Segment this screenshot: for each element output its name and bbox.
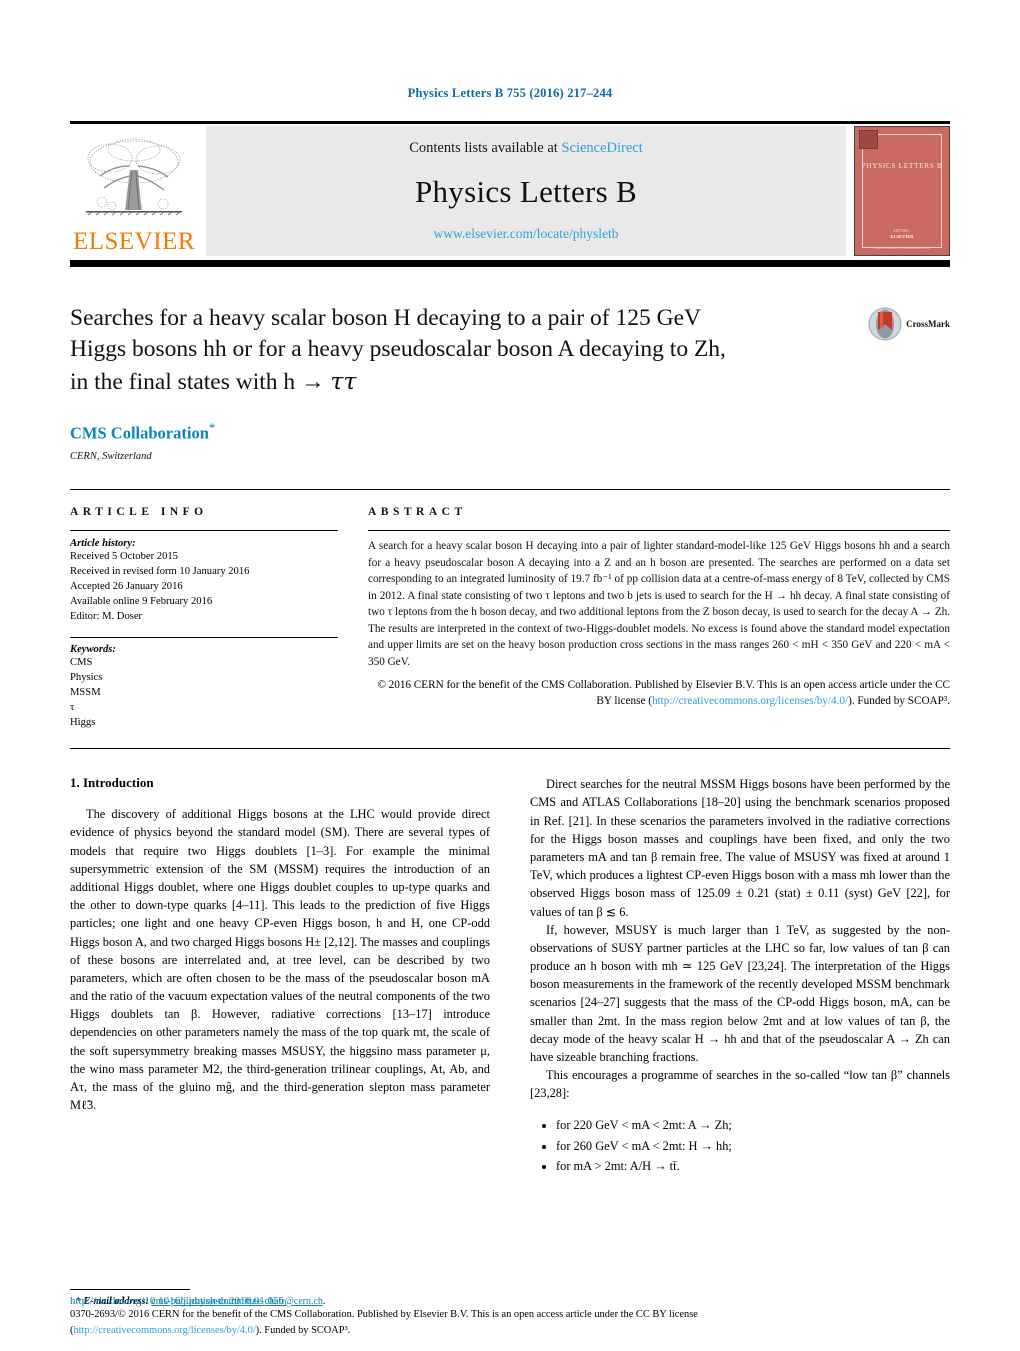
footnote-rule (70, 1289, 190, 1290)
journal-title: Physics Letters B (414, 173, 638, 209)
document-page: Physics Letters B 755 (2016) 217–244 ELS… (0, 0, 1020, 1351)
list-item: for 260 GeV < mA < 2mt: H → hh; (556, 1137, 950, 1156)
history-accepted: Accepted 26 January 2016 (70, 581, 183, 593)
article-info-rule (70, 530, 338, 531)
body-top-rule (70, 748, 950, 750)
contents-available-line: Contents lists available at ScienceDirec… (409, 140, 643, 157)
journal-masthead: ELSEVIER Contents lists available at Sci… (70, 126, 950, 256)
body-right-column: Direct searches for the neutral MSSM Hig… (530, 775, 950, 1177)
sciencedirect-link[interactable]: ScienceDirect (561, 140, 642, 156)
corresponding-author-marker: * (208, 419, 216, 435)
masthead-bottom-rule (70, 260, 950, 267)
abstract-column: ABSTRACT A search for a heavy scalar bos… (368, 506, 950, 730)
elsevier-tree-icon (86, 138, 182, 216)
author-list[interactable]: CMS Collaboration* (70, 420, 950, 444)
masthead-center-panel: Contents lists available at ScienceDirec… (206, 126, 846, 256)
column-gap (338, 506, 368, 730)
affiliation: CERN, Switzerland (70, 451, 152, 463)
intro-paragraph-3: If, however, MSUSY is much larger than 1… (530, 922, 950, 1064)
abstract-rule (368, 530, 950, 531)
abstract-heading: ABSTRACT (368, 506, 467, 518)
journal-cover-thumbnail[interactable]: PHYSICS LETTERS B EDITORS : ELSEVIER Ava… (854, 126, 950, 256)
article-info-heading: ARTICLE INFO (70, 506, 208, 518)
footer-paren-close: ). Funded by SCOAP³. (255, 1324, 351, 1336)
doi-link[interactable]: http://dx.doi.org/10.1016/j.physletb.201… (70, 1295, 950, 1307)
abstract-copyright: © 2016 CERN for the benefit of the CMS C… (368, 677, 950, 710)
channel-bullet-list: for 220 GeV < mA < 2mt: A → Zh; for 260 … (530, 1116, 950, 1176)
cover-foot-line2: ELSEVIER (890, 234, 914, 239)
masthead-top-rule (70, 121, 950, 124)
journal-url-link[interactable]: www.elsevier.com/locate/physletb (433, 226, 618, 242)
keyword-item: Higgs (70, 717, 96, 729)
elsevier-logo: ELSEVIER (70, 126, 198, 256)
cc-license-link[interactable]: http://creativecommons.org/licenses/by/4… (652, 695, 848, 707)
keywords-rule (70, 637, 338, 639)
intro-paragraph-2: Direct searches for the neutral MSSM Hig… (530, 777, 950, 919)
title-line-2: Higgs bosons hh or for a heavy pseudosca… (70, 336, 726, 363)
history-revised: Received in revised form 10 January 2016 (70, 566, 250, 578)
keywords-label: Keywords: (70, 644, 116, 656)
info-abstract-top-rule (70, 489, 950, 490)
body-columns: 1. Introduction The discovery of additio… (70, 775, 950, 1177)
title-line-1: Searches for a heavy scalar boson H deca… (70, 305, 702, 331)
crossmark-icon (868, 307, 902, 341)
title-line-3-tau: ττ (330, 366, 357, 395)
cover-badge-icon (859, 130, 878, 149)
title-line-3-prefix: in the final states with h (70, 368, 296, 395)
keywords-block: Keywords: CMS Physics MSSM τ Higgs (70, 637, 338, 730)
keyword-item: Physics (70, 672, 103, 684)
page-footer: http://dx.doi.org/10.1016/j.physletb.201… (70, 1295, 950, 1351)
intro-paragraph-4: This encourages a programme of searches … (530, 1068, 950, 1101)
info-abstract-region: ARTICLE INFO Article history: Received 5… (70, 506, 950, 730)
history-editor: Editor: M. Doser (70, 611, 143, 623)
keyword-item: CMS (70, 657, 93, 669)
contents-prefix: Contents lists available at (409, 140, 562, 156)
crossmark-label: CrossMark (906, 319, 950, 329)
copyright-suffix: ). Funded by SCOAP³. (848, 695, 950, 708)
cover-foot-line1: EDITORS : (893, 229, 911, 233)
history-online: Available online 9 February 2016 (70, 596, 213, 608)
crossmark-badge[interactable]: CrossMark (868, 307, 950, 341)
page-title: Searches for a heavy scalar boson H deca… (70, 303, 830, 398)
footer-cc-license-link[interactable]: http://creativecommons.org/licenses/by/4… (73, 1325, 255, 1336)
author-name: CMS Collaboration (70, 423, 209, 443)
elsevier-wordmark: ELSEVIER (72, 228, 196, 255)
abstract-text: A search for a heavy scalar boson H deca… (368, 540, 950, 669)
footer-copyright-line-2: (http://creativecommons.org/licenses/by/… (70, 1324, 950, 1339)
article-info-column: ARTICLE INFO Article history: Received 5… (70, 506, 338, 730)
section-title-introduction: 1. Introduction (70, 775, 154, 791)
cover-journal-title: PHYSICS LETTERS B (861, 161, 943, 170)
title-block: Searches for a heavy scalar boson H deca… (70, 303, 950, 463)
footer-copyright-line-1: 0370-2693/© 2016 CERN for the benefit of… (70, 1309, 698, 1320)
body-column-gap (490, 775, 530, 1177)
keyword-item: MSSM (70, 687, 101, 699)
list-item: for 220 GeV < mA < 2mt: A → Zh; (556, 1116, 950, 1135)
keyword-item: τ (70, 702, 75, 714)
arrow-icon: → (301, 368, 325, 395)
history-received: Received 5 October 2015 (70, 551, 178, 562)
intro-paragraph-1: The discovery of additional Higgs bosons… (70, 807, 490, 1113)
cover-foot-line3: Available online at www.sciencedirect.co… (874, 246, 930, 250)
body-left-column: 1. Introduction The discovery of additio… (70, 775, 490, 1177)
list-item: for mA > 2mt: A/H → tt̄. (556, 1157, 950, 1176)
article-history-label: Article history: (70, 538, 136, 549)
running-head: Physics Letters B 755 (2016) 217–244 (407, 86, 613, 100)
